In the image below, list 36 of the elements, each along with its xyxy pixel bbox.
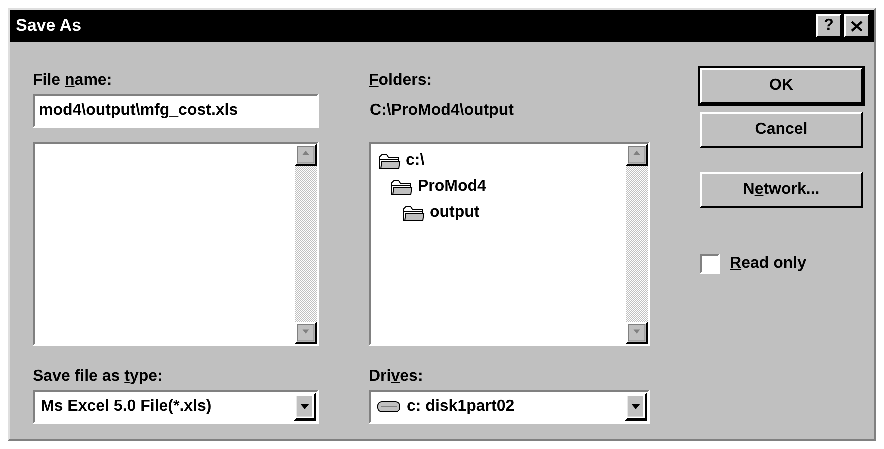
close-button[interactable]	[844, 14, 870, 38]
file-type-dropdown[interactable]: Ms Excel 5.0 File(*.xls)	[33, 390, 319, 424]
scrollbar[interactable]	[626, 144, 648, 344]
scrollbar[interactable]	[295, 144, 317, 344]
folder-item[interactable]: ProMod4	[418, 178, 486, 196]
folder-path: C:\ProMod4\output	[370, 102, 514, 120]
close-icon	[851, 20, 863, 32]
scroll-up-button[interactable]	[626, 144, 648, 166]
scroll-down-button[interactable]	[295, 322, 317, 344]
dropdown-value: Ms Excel 5.0 File(*.xls)	[41, 398, 212, 416]
dialog-button[interactable]: Cancel	[700, 112, 863, 148]
window-title: Save As	[16, 16, 82, 36]
file-name-field[interactable]: mod4\output\mfg_cost.xls	[33, 94, 319, 128]
read-only-checkbox[interactable]	[700, 254, 720, 274]
field-label: File name:	[33, 72, 114, 91]
field-label: Save file as type:	[33, 368, 164, 387]
dialog-button[interactable]: Network...	[700, 172, 863, 208]
scroll-up-button[interactable]	[295, 144, 317, 166]
folder-icon	[391, 178, 413, 196]
dropdown-button[interactable]	[294, 393, 316, 421]
dropdown-value: c: disk1part02	[407, 398, 515, 416]
drives-dropdown[interactable]: c: disk1part02	[369, 390, 650, 424]
field-label: Drives:	[369, 368, 424, 387]
dropdown-button[interactable]	[625, 393, 647, 421]
folder-item[interactable]: output	[430, 204, 480, 222]
scroll-down-button[interactable]	[626, 322, 648, 344]
dialog-button[interactable]: OK	[700, 68, 863, 104]
folder-icon	[403, 204, 425, 222]
drive-icon	[377, 400, 401, 414]
file-list[interactable]	[33, 142, 319, 346]
folder-item[interactable]: c:\	[406, 152, 425, 170]
checkbox-label: Read only	[730, 255, 806, 273]
folder-icon	[379, 152, 401, 170]
folder-list[interactable]: c:\ ProMod4 output	[369, 142, 650, 346]
field-label: Folders:	[369, 72, 434, 91]
help-button[interactable]: ?	[816, 14, 842, 38]
